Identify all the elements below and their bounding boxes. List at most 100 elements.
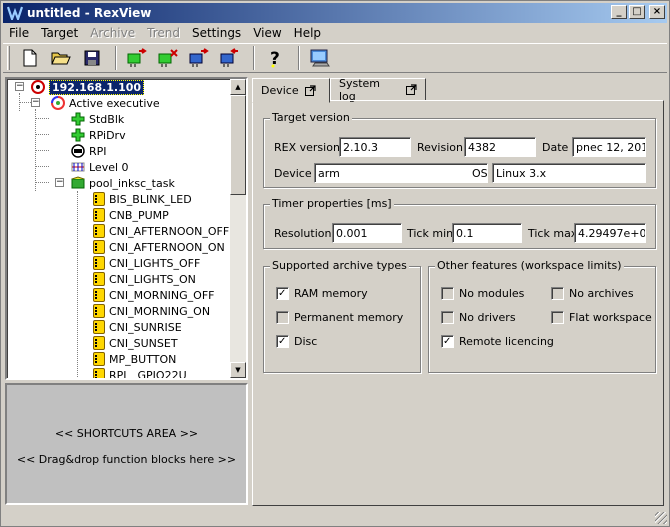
tree-node-block[interactable]: BIS_BLINK_LED — [93, 191, 192, 207]
tree-collapse-toggle[interactable]: − — [15, 82, 24, 91]
revision-field[interactable]: 4382 — [464, 137, 536, 157]
help-icon[interactable]: ? — [263, 46, 287, 70]
arrow-down-icon: ▼ — [235, 366, 241, 374]
tree-node-block[interactable]: CNI_AFTERNOON_OFF — [93, 223, 229, 239]
scroll-thumb[interactable] — [230, 95, 246, 195]
device-field[interactable]: arm — [314, 163, 488, 183]
tree-node-executive[interactable]: Active executive — [51, 95, 160, 111]
tree-node-label: CNI_AFTERNOON_ON — [109, 240, 225, 254]
ram-memory-checkbox[interactable]: RAM memory — [276, 287, 368, 300]
tab-device[interactable]: Device — [252, 78, 330, 103]
tab-label: Device — [261, 84, 299, 97]
tree-node-label: CNI_AFTERNOON_OFF — [109, 224, 230, 238]
menu-archive[interactable]: Archive — [84, 26, 141, 40]
checkbox-unchecked[interactable] — [441, 311, 454, 324]
checkbox-unchecked[interactable] — [551, 311, 564, 324]
menu-file[interactable]: File — [3, 26, 35, 40]
monitor-icon[interactable] — [308, 46, 332, 70]
tree-node-label: CNI_LIGHTS_ON — [109, 272, 196, 286]
task-icon — [71, 176, 85, 189]
menu-target[interactable]: Target — [35, 26, 84, 40]
checkbox-unchecked[interactable] — [441, 287, 454, 300]
new-file-icon[interactable] — [18, 46, 42, 70]
tree-node-block[interactable]: CNI_MORNING_OFF — [93, 287, 214, 303]
tree-node-block[interactable]: CNI_LIGHTS_ON — [93, 271, 196, 287]
no-modules-checkbox[interactable]: No modules — [441, 287, 524, 300]
function-block-icon — [93, 240, 105, 254]
rex-version-field[interactable]: 2.10.3 — [339, 137, 411, 157]
disc-checkbox[interactable]: Disc — [276, 335, 317, 348]
tree-node-task[interactable]: pool_inksc_task — [71, 175, 175, 191]
toolbar-grip[interactable] — [7, 46, 10, 70]
tree-node-block[interactable]: CNI_AFTERNOON_ON — [93, 239, 225, 255]
permanent-memory-checkbox[interactable]: Permanent memory — [276, 311, 403, 324]
disconnect-icon[interactable] — [156, 46, 180, 70]
menu-trend[interactable]: Trend — [141, 26, 186, 40]
tree-node-label: CNI_SUNRISE — [109, 320, 182, 334]
tree-node-rpidrv[interactable]: RPiDrv — [71, 127, 126, 143]
checkbox-checked[interactable] — [441, 335, 454, 348]
checkbox-unchecked[interactable] — [551, 287, 564, 300]
shortcuts-area[interactable]: << SHORTCUTS AREA >> << Drag&drop functi… — [5, 383, 248, 505]
connect-icon[interactable] — [125, 46, 149, 70]
group-title: Other features (workspace limits) — [435, 259, 624, 272]
external-link-icon — [406, 84, 417, 95]
scroll-up-button[interactable]: ▲ — [230, 79, 246, 95]
tab-system-log[interactable]: System log — [330, 76, 426, 103]
tree-node-block[interactable]: CNB_PUMP — [93, 207, 169, 223]
close-button[interactable]: × — [649, 5, 665, 19]
rexview-logo-icon — [7, 5, 23, 21]
tree-collapse-toggle[interactable]: − — [31, 98, 40, 107]
save-icon[interactable] — [80, 46, 104, 70]
target-version-group: Target version REX version 2.10.3 Revisi… — [263, 111, 656, 188]
tree-node-block[interactable]: CNI_LIGHTS_OFF — [93, 255, 200, 271]
minimize-button[interactable]: _ — [611, 5, 627, 19]
tree-node-target[interactable]: 192.168.1.100 — [31, 79, 145, 95]
tab-label: System log — [339, 76, 381, 103]
tree-node-label: CNI_LIGHTS_OFF — [109, 256, 201, 270]
no-drivers-checkbox[interactable]: No drivers — [441, 311, 516, 324]
project-tree[interactable]: − 192.168.1.100 − Active executive StdBl… — [5, 77, 248, 380]
tree-node-block[interactable]: RPI__GPIO22U — [93, 367, 187, 378]
shortcuts-hint: << Drag&drop function blocks here >> — [16, 453, 237, 466]
tree-node-label: pool_inksc_task — [89, 176, 175, 190]
scroll-down-button[interactable]: ▼ — [230, 362, 246, 378]
other-features-group: Other features (workspace limits) No mod… — [428, 259, 656, 373]
function-block-icon — [93, 336, 105, 350]
toolbar-separator — [253, 46, 255, 70]
flat-workspace-checkbox[interactable]: Flat workspace — [551, 311, 652, 324]
tick-max-field[interactable]: 4.29497e+09 — [574, 223, 646, 243]
tree-node-stdblk[interactable]: StdBlk — [71, 111, 124, 127]
os-field[interactable]: Linux 3.x — [492, 163, 646, 183]
tree-node-block[interactable]: CNI_SUNSET — [93, 335, 178, 351]
open-folder-icon[interactable] — [49, 46, 73, 70]
maximize-button[interactable]: □ — [629, 5, 645, 19]
title-bar[interactable]: untitled - RexView _ □ × — [3, 3, 667, 23]
upload-icon[interactable] — [218, 46, 242, 70]
menu-settings[interactable]: Settings — [186, 26, 247, 40]
tree-node-level0[interactable]: Level 0 — [71, 159, 129, 175]
resolution-field[interactable]: 0.001 — [332, 223, 402, 243]
tree-vertical-scrollbar[interactable]: ▲ ▼ — [230, 79, 246, 378]
tree-node-label: Level 0 — [89, 160, 129, 174]
function-block-icon — [93, 304, 105, 318]
checkbox-label: No drivers — [459, 311, 516, 324]
remote-licencing-checkbox[interactable]: Remote licencing — [441, 335, 554, 348]
checkbox-label: Remote licencing — [459, 335, 554, 348]
checkbox-checked[interactable] — [276, 335, 289, 348]
resize-grip-icon[interactable] — [655, 512, 667, 524]
tree-node-block[interactable]: MP_BUTTON — [93, 351, 176, 367]
no-archives-checkbox[interactable]: No archives — [551, 287, 634, 300]
tree-collapse-toggle[interactable]: − — [55, 178, 64, 187]
tree-node-rpi[interactable]: RPI — [71, 143, 107, 159]
menu-view[interactable]: View — [247, 26, 287, 40]
checkbox-unchecked[interactable] — [276, 311, 289, 324]
date-field[interactable]: pnec 12, 2014 — [572, 137, 646, 157]
tick-min-field[interactable]: 0.1 — [452, 223, 522, 243]
tree-node-block[interactable]: CNI_MORNING_ON — [93, 303, 210, 319]
tree-node-block[interactable]: CNI_SUNRISE — [93, 319, 182, 335]
download-icon[interactable] — [187, 46, 211, 70]
checkbox-label: No modules — [459, 287, 525, 300]
menu-help[interactable]: Help — [288, 26, 327, 40]
checkbox-checked[interactable] — [276, 287, 289, 300]
